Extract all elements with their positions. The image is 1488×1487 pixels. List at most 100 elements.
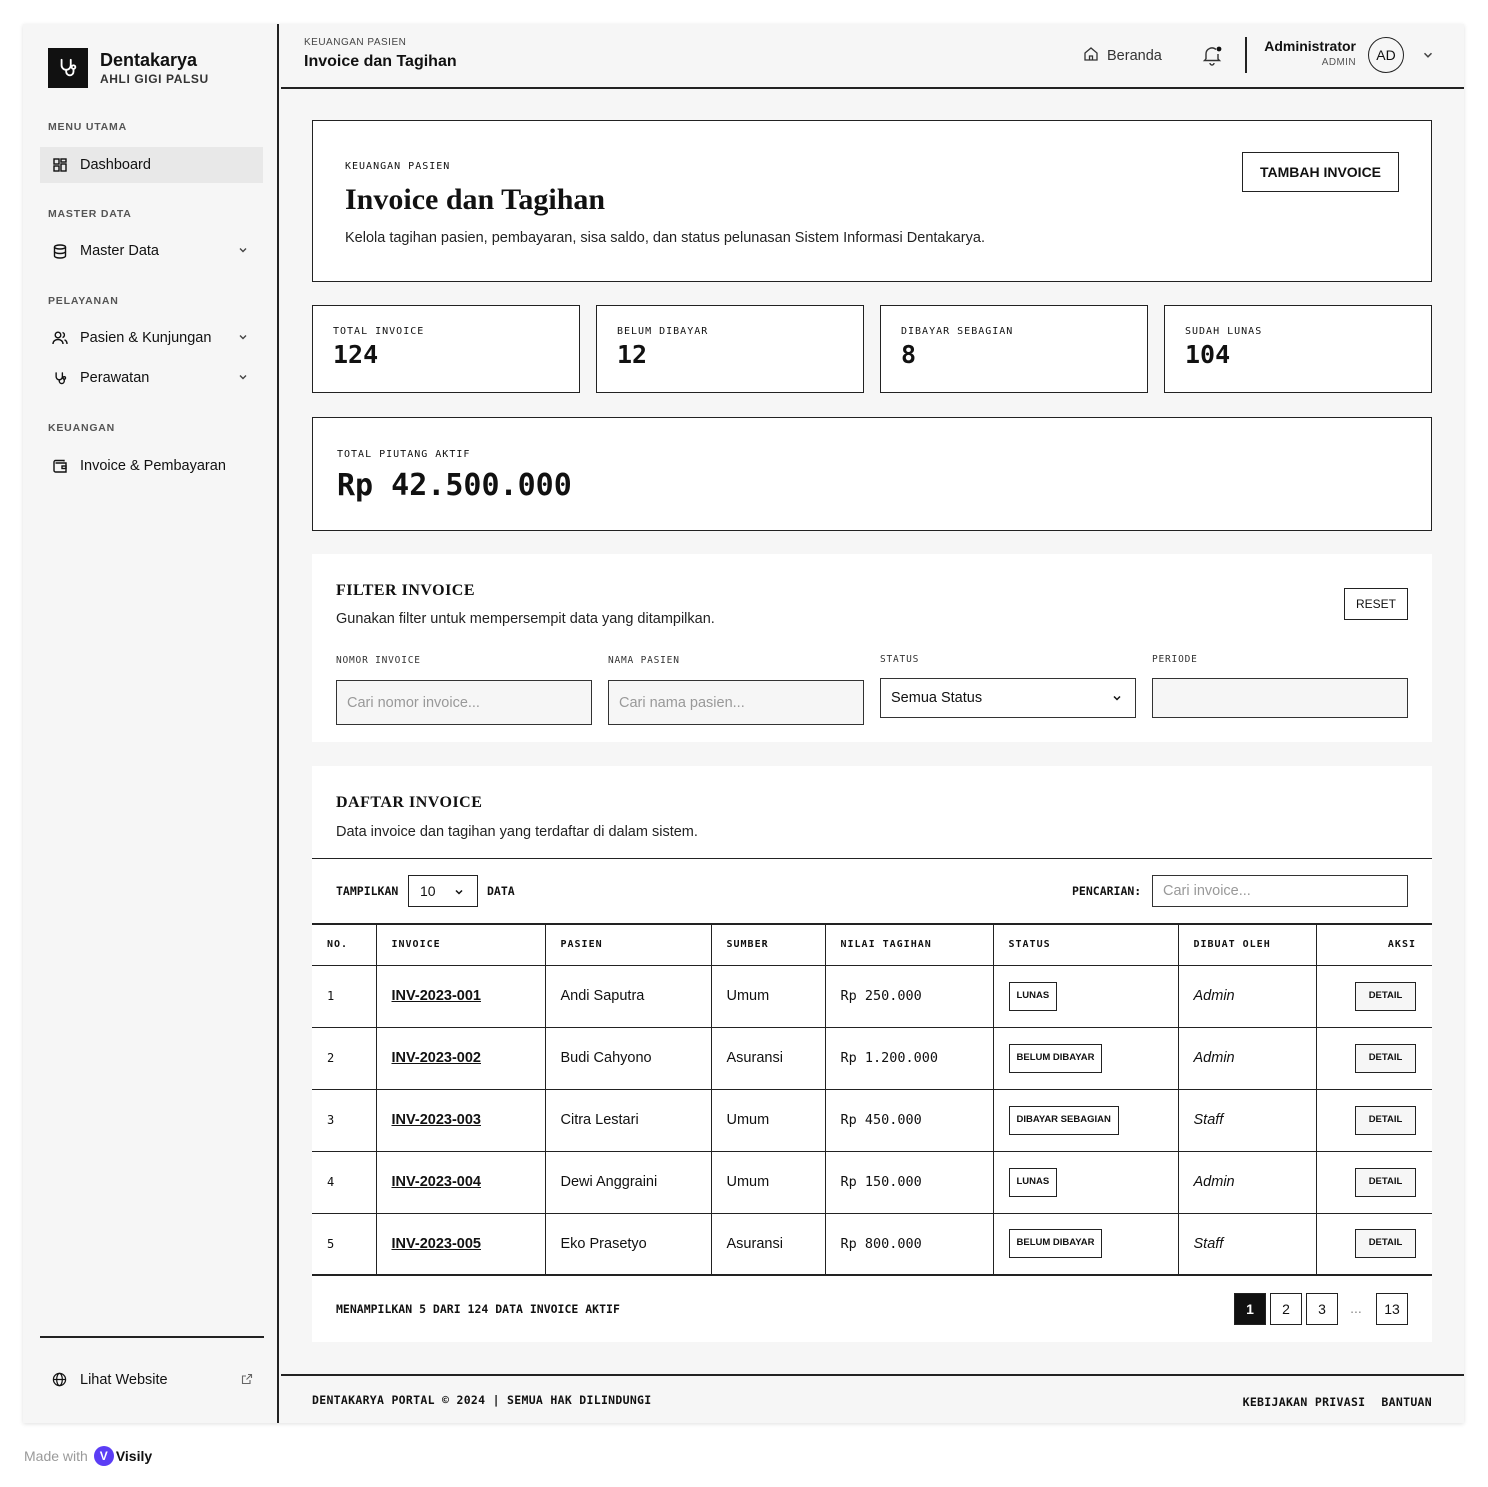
bell-icon[interactable] (1201, 44, 1223, 71)
list-title: DAFTAR INVOICE (336, 794, 483, 811)
status-filter-label: STATUS (880, 654, 920, 665)
row-number: 2 (312, 1027, 376, 1090)
invoice-link[interactable]: INV-2023-003 (392, 1112, 481, 1128)
patient-name-input[interactable]: Cari nama pasien... (608, 680, 864, 725)
stat-card-unpaid: BELUM DIBAYAR 12 (596, 305, 864, 393)
app-window: Dentakarya AHLI GIGI PALSU MENU UTAMA Da… (23, 24, 1464, 1423)
stat-card-paid: SUDAH LUNAS 104 (1164, 305, 1432, 393)
user-info[interactable]: Administrator ADMIN (1264, 38, 1356, 68)
filter-title: FILTER INVOICE (336, 582, 476, 599)
nav-section-service: PELAYANAN (48, 295, 119, 307)
nav-section-finance: KEUANGAN (48, 422, 116, 434)
sidebar-item-dashboard[interactable]: Dashboard (40, 147, 263, 183)
page-button[interactable]: 3 (1306, 1293, 1338, 1325)
stat-label: DIBAYAR SEBAGIAN (901, 326, 1014, 337)
sidebar-item-label: Dashboard (80, 157, 151, 173)
chevron-down-icon[interactable] (1421, 48, 1435, 67)
amount-cell: Rp 1.200.000 (824, 1027, 993, 1090)
source-cell: Umum (710, 965, 825, 1028)
page-ellipsis: ... (1350, 1300, 1362, 1316)
filter-card: FILTER INVOICE Gunakan filter untuk memp… (312, 554, 1432, 742)
nav-section-main: MENU UTAMA (48, 121, 127, 133)
page-button[interactable]: 1 (1234, 1293, 1266, 1325)
column-header: DIBUAT OLEH (1177, 923, 1316, 966)
view-website-link[interactable]: Lihat Website (40, 1362, 263, 1398)
column-header: NO. (312, 923, 376, 966)
chevron-down-icon (237, 331, 249, 347)
invoice-filter-label: NOMOR INVOICE (336, 655, 421, 666)
hero-breadcrumb: KEUANGAN PASIEN (345, 161, 451, 172)
period-input[interactable] (1152, 678, 1408, 718)
page-button[interactable]: 13 (1376, 1293, 1408, 1325)
help-link[interactable]: BANTUAN (1381, 1395, 1432, 1409)
source-cell: Asuransi (710, 1213, 825, 1276)
receivable-value: Rp 42.500.000 (337, 468, 572, 503)
detail-button[interactable]: DETAIL (1355, 1167, 1416, 1197)
list-description: Data invoice dan tagihan yang terdaftar … (336, 824, 698, 840)
column-header: SUMBER (710, 923, 825, 966)
page-size-select[interactable]: 10 (408, 875, 478, 907)
avatar[interactable]: AD (1368, 37, 1404, 73)
stat-label: SUDAH LUNAS (1185, 326, 1263, 337)
row-number: 3 (312, 1089, 376, 1152)
invoice-number-input[interactable]: Cari nomor invoice... (336, 680, 592, 725)
invoice-link[interactable]: INV-2023-005 (392, 1236, 481, 1252)
brand[interactable]: Dentakarya AHLI GIGI PALSU (48, 48, 209, 88)
breadcrumb: KEUANGAN PASIEN (304, 37, 407, 48)
invoice-link[interactable]: INV-2023-002 (392, 1050, 481, 1066)
row-number: 5 (312, 1213, 376, 1276)
detail-button[interactable]: DETAIL (1355, 1043, 1416, 1073)
stethoscope-logo-icon (48, 48, 88, 88)
row-number: 1 (312, 965, 376, 1028)
home-link[interactable]: Beranda (1083, 46, 1162, 66)
sidebar-item-invoice-pembayaran[interactable]: Invoice & Pembayaran (40, 448, 263, 484)
footer: DENTAKARYA PORTAL © 2024 | SEMUA HAK DIL… (281, 1374, 1464, 1423)
table-controls: TAMPILKAN 10 DATA PENCARIAN: Cari invoic… (312, 858, 1432, 924)
wallet-icon (52, 458, 68, 474)
status-badge: LUNAS (1008, 1167, 1058, 1197)
visily-logo-icon: V (93, 1446, 114, 1466)
sidebar-item-master-data[interactable]: Master Data (40, 233, 263, 269)
stat-card-partial: DIBAYAR SEBAGIAN 8 (880, 305, 1148, 393)
sidebar-item-pasien-kunjungan[interactable]: Pasien & Kunjungan (40, 320, 263, 356)
row-number: 4 (312, 1151, 376, 1214)
status-badge: DIBAYAR SEBAGIAN (1008, 1105, 1119, 1135)
stat-value: 104 (1185, 340, 1231, 369)
home-label: Beranda (1107, 48, 1162, 64)
sidebar: Dentakarya AHLI GIGI PALSU MENU UTAMA Da… (23, 24, 279, 1423)
creator-cell: Admin (1177, 1027, 1316, 1090)
stat-value: 8 (901, 340, 917, 369)
patient-cell: Andi Saputra (544, 965, 711, 1028)
detail-button[interactable]: DETAIL (1355, 1105, 1416, 1135)
invoice-link[interactable]: INV-2023-001 (392, 988, 481, 1004)
data-label: DATA (487, 884, 515, 898)
search-input[interactable]: Cari invoice... (1152, 875, 1408, 907)
reset-button[interactable]: RESET (1344, 588, 1408, 620)
source-cell: Umum (710, 1089, 825, 1152)
column-header: AKSI (1315, 923, 1432, 966)
table-row: 4 INV-2023-004 Dewi Anggraini Umum Rp 15… (312, 1151, 1432, 1214)
page-button[interactable]: 2 (1270, 1293, 1302, 1325)
receivable-label: TOTAL PIUTANG AKTIF (337, 449, 471, 460)
invoice-link[interactable]: INV-2023-004 (392, 1174, 481, 1190)
globe-icon (52, 1372, 68, 1388)
status-select-value: Semua Status (891, 690, 983, 706)
privacy-link[interactable]: KEBIJAKAN PRIVASI (1243, 1395, 1366, 1409)
detail-button[interactable]: DETAIL (1355, 981, 1416, 1011)
add-invoice-button[interactable]: TAMBAH INVOICE (1242, 152, 1399, 192)
column-header: PASIEN (544, 923, 711, 966)
status-select[interactable]: Semua Status (880, 678, 1136, 718)
chevron-down-icon (237, 244, 249, 260)
page-title: Invoice dan Tagihan (304, 53, 457, 70)
view-website-label: Lihat Website (80, 1372, 168, 1388)
detail-button[interactable]: DETAIL (1355, 1229, 1416, 1259)
chevron-down-icon (1111, 692, 1123, 708)
sidebar-item-label: Master Data (80, 243, 159, 259)
sidebar-item-perawatan[interactable]: Perawatan (40, 360, 263, 396)
source-cell: Asuransi (710, 1027, 825, 1090)
table-header-row: NO. INVOICE PASIEN SUMBER NILAI TAGIHAN … (312, 923, 1432, 966)
page-size-value: 10 (420, 883, 436, 899)
made-with-badge[interactable]: Made with V Visily (24, 1446, 152, 1466)
users-icon (52, 330, 68, 346)
sidebar-item-label: Invoice & Pembayaran (80, 458, 226, 474)
